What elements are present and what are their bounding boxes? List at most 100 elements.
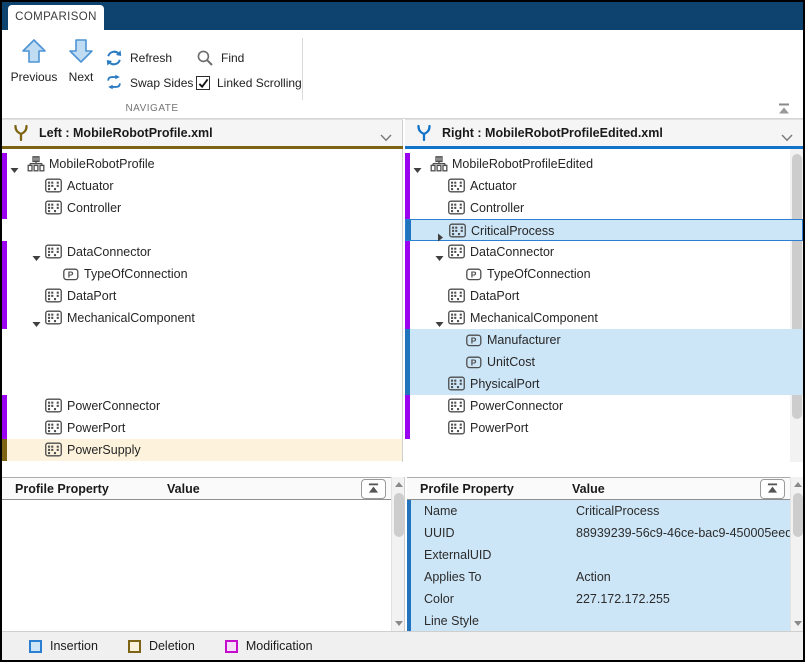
find-button[interactable]: Find [196, 48, 244, 68]
toolbar-separator [302, 38, 303, 100]
tree-row-mechanicalcomponent[interactable]: MechanicalComponent [405, 307, 803, 329]
scroll-up-icon[interactable] [392, 478, 405, 491]
tree-row-powersupply[interactable]: PowerSupply [2, 439, 402, 461]
property-value: 88939239-56c9-46ce-bac9-450005eed6... [576, 522, 803, 544]
pane-splitter[interactable] [2, 462, 803, 477]
expander-expanded-icon[interactable] [32, 314, 41, 323]
diff-marker [2, 175, 7, 197]
diff-marker [405, 351, 410, 373]
property-row-uuid: UUID88939239-56c9-46ce-bac9-450005eed6..… [407, 522, 803, 544]
tree-row-controller[interactable]: Controller [405, 197, 803, 219]
diff-marker [2, 395, 7, 417]
property-row-line-style: Line Style [407, 610, 803, 631]
refresh-label: Refresh [130, 51, 172, 65]
property-value: 227.172.172.255 [576, 588, 670, 610]
chevron-down-icon[interactable] [781, 129, 793, 137]
stereotype-icon [45, 398, 63, 414]
tree-node-label: PowerConnector [470, 395, 563, 417]
diff-marker [405, 197, 410, 219]
stereotype-icon [448, 288, 466, 304]
tree-row-typeofconnection[interactable]: PTypeOfConnection [405, 263, 803, 285]
minimize-ribbon-icon[interactable] [777, 102, 793, 116]
table-scrollbar[interactable] [391, 477, 404, 631]
tree-row-actuator[interactable]: Actuator [2, 175, 402, 197]
search-icon [196, 49, 214, 67]
expander-expanded-icon[interactable] [435, 314, 444, 323]
stereotype-icon [45, 288, 63, 304]
tree-row-powerport[interactable]: PowerPort [405, 417, 803, 439]
expander-expanded-icon[interactable] [413, 160, 422, 169]
diff-legend: InsertionDeletionModification [2, 631, 803, 660]
tree-row-unitcost[interactable]: PUnitCost [405, 351, 803, 373]
tree-row-mobilerobotprofileedited[interactable]: MobileRobotProfileEdited [405, 153, 803, 175]
expander-collapsed-icon[interactable] [436, 227, 445, 236]
tree-row-mobilerobotprofile[interactable]: MobileRobotProfile [2, 153, 402, 175]
tree-node-label: PowerPort [470, 417, 528, 439]
tree-row-dataport[interactable]: DataPort [405, 285, 803, 307]
tree-node-label: Manufacturer [487, 329, 561, 351]
legend-swatch [128, 640, 141, 653]
tree-row-powerconnector[interactable]: PowerConnector [2, 395, 402, 417]
collapse-panel-button[interactable] [760, 479, 785, 499]
property-row-name: NameCriticalProcess [407, 500, 803, 522]
refresh-button[interactable]: Refresh [105, 48, 172, 68]
linked-scrolling-label: Linked Scrolling [217, 76, 302, 90]
expander-expanded-icon[interactable] [10, 160, 19, 169]
property-value: Action [576, 566, 611, 588]
tree-row-mechanicalcomponent[interactable]: MechanicalComponent [2, 307, 402, 329]
tab-comparison[interactable]: COMPARISON [8, 5, 104, 30]
linked-scrolling-checkbox[interactable]: Linked Scrolling [196, 73, 302, 93]
expander-expanded-icon[interactable] [32, 248, 41, 257]
legend-item-modification: Modification [225, 639, 313, 653]
tree-node-label: TypeOfConnection [84, 263, 188, 285]
tree-row-blank [2, 373, 402, 395]
scrollbar-thumb[interactable] [394, 493, 404, 537]
tree-row-blank [405, 439, 803, 461]
scroll-down-icon[interactable] [392, 617, 405, 630]
arrow-down-icon [68, 38, 94, 64]
stereotype-icon [448, 310, 466, 326]
diff-marker [2, 263, 7, 285]
tree-row-powerport[interactable]: PowerPort [2, 417, 402, 439]
svg-text:P: P [471, 336, 477, 346]
tree-row-blank [2, 351, 402, 373]
tree-node-label: UnitCost [487, 351, 535, 373]
tree-row-dataport[interactable]: DataPort [2, 285, 402, 307]
right-pane-title: Right : MobileRobotProfileEdited.xml [442, 126, 663, 140]
tree-row-typeofconnection[interactable]: P TypeOfConnection [2, 263, 402, 285]
tree-row-criticalprocess[interactable]: CriticalProcess [405, 219, 803, 241]
tree-row-controller[interactable]: Controller [2, 197, 402, 219]
scroll-down-icon[interactable] [791, 617, 804, 630]
previous-label: Previous [11, 70, 58, 84]
tree-node-label: DataConnector [470, 241, 554, 263]
scroll-up-icon[interactable] [791, 478, 804, 491]
next-button[interactable]: Next [60, 36, 102, 98]
tree-node-label: Actuator [470, 175, 517, 197]
tree-row-actuator[interactable]: Actuator [405, 175, 803, 197]
tree-row-dataconnector[interactable]: DataConnector [405, 241, 803, 263]
svg-text:P: P [68, 270, 74, 280]
diff-marker [405, 439, 410, 461]
right-file-selector[interactable]: Right : MobileRobotProfileEdited.xml [405, 119, 803, 146]
legend-label: Modification [246, 639, 313, 653]
diff-marker [2, 417, 7, 439]
collapse-panel-button[interactable] [361, 479, 386, 499]
column-value: Value [572, 478, 605, 500]
left-file-selector[interactable]: Left : MobileRobotProfile.xml [2, 119, 403, 146]
expander-expanded-icon[interactable] [435, 248, 444, 257]
diff-marker [2, 373, 7, 395]
scrollbar-thumb[interactable] [793, 493, 803, 537]
stereotype-icon [448, 178, 466, 194]
table-scrollbar[interactable] [790, 477, 803, 631]
ribbon-toolbar: Previous Next Refresh [2, 30, 803, 119]
diff-marker [2, 241, 7, 263]
diff-marker [405, 241, 410, 263]
tree-row-dataconnector[interactable]: DataConnector [2, 241, 402, 263]
tree-row-powerconnector[interactable]: PowerConnector [405, 395, 803, 417]
tree-row-physicalport[interactable]: PhysicalPort [405, 373, 803, 395]
swap-sides-button[interactable]: Swap Sides [105, 73, 193, 93]
tree-row-manufacturer[interactable]: P Manufacturer [405, 329, 803, 351]
chevron-down-icon[interactable] [380, 129, 392, 137]
previous-button[interactable]: Previous [6, 36, 62, 98]
diff-marker [2, 219, 7, 241]
